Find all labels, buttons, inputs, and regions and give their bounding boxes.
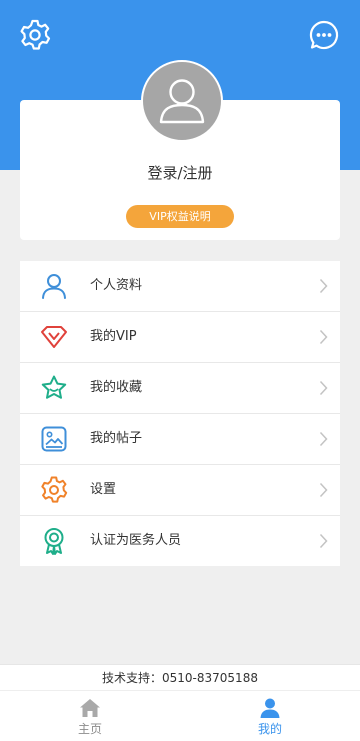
menu-item-vip[interactable]: 我的VIP <box>20 312 340 363</box>
menu-item-settings[interactable]: 设置 <box>20 465 340 516</box>
avatar-person-icon <box>159 79 205 124</box>
chevron-right-icon <box>319 329 328 345</box>
chevron-right-icon <box>319 533 328 549</box>
menu-item-label: 我的帖子 <box>90 431 143 446</box>
certificate-icon <box>44 528 64 555</box>
menu-item-posts[interactable]: 我的帖子 <box>20 414 340 465</box>
chevron-right-icon <box>319 380 328 396</box>
person-icon <box>260 698 280 718</box>
tab-home[interactable]: 主页 <box>0 691 180 741</box>
chevron-right-icon <box>319 482 328 498</box>
menu-item-label: 认证为医务人员 <box>90 533 182 548</box>
bottom-tab-bar: 主页 我的 <box>0 690 360 741</box>
profile-menu: 个人资料 我的VIP 我的收藏 我的帖子 设置 认证为医务人员 <box>20 261 340 566</box>
tab-mine-label: 我的 <box>257 722 282 736</box>
user-icon <box>42 274 66 299</box>
chevron-right-icon <box>319 278 328 294</box>
chevron-right-icon <box>319 431 328 447</box>
gear-icon <box>41 476 68 503</box>
menu-item-label: 我的收藏 <box>90 380 143 395</box>
message-bubble-icon[interactable] <box>308 19 340 51</box>
avatar[interactable] <box>141 60 223 142</box>
menu-item-certification[interactable]: 认证为医务人员 <box>20 516 340 566</box>
home-icon <box>80 699 100 717</box>
menu-item-profile[interactable]: 个人资料 <box>20 261 340 312</box>
vip-benefits-button[interactable]: VIP权益说明 <box>126 205 234 228</box>
menu-item-label: 个人资料 <box>90 278 143 293</box>
tech-support-text: 技术支持：0510-83705188 <box>0 664 360 691</box>
tab-mine[interactable]: 我的 <box>180 691 360 741</box>
menu-item-label: 设置 <box>90 482 117 497</box>
star-icon <box>41 375 67 399</box>
menu-item-label: 我的VIP <box>90 329 137 344</box>
login-register-link[interactable]: 登录/注册 <box>20 162 340 183</box>
diamond-icon <box>41 326 67 348</box>
tab-home-label: 主页 <box>77 722 102 736</box>
settings-gear-icon[interactable] <box>19 19 51 51</box>
menu-item-favorites[interactable]: 我的收藏 <box>20 363 340 414</box>
picture-icon <box>41 426 67 452</box>
